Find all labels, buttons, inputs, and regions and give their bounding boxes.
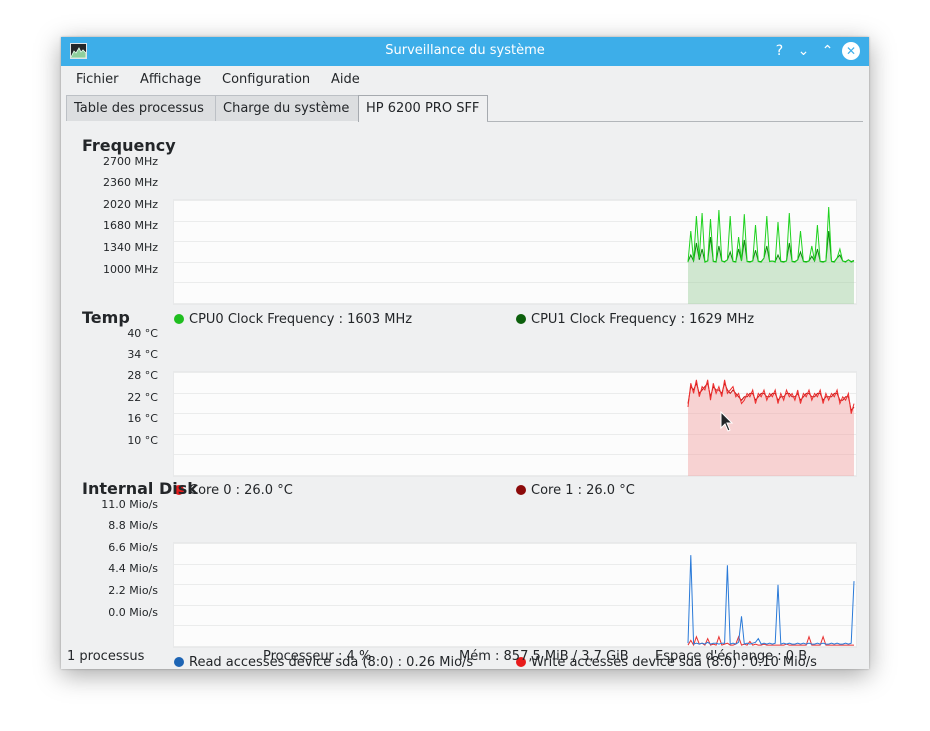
core0-legend-label: Core 0 : 26.0 °C — [189, 483, 293, 498]
disk-y-label: 6.6 Mio/s — [108, 541, 158, 554]
temp-y-label: 10 °C — [127, 434, 158, 447]
temp-y-label: 16 °C — [127, 412, 158, 425]
temp-y-label: 28 °C — [127, 369, 158, 382]
frequency-plot-svg — [174, 200, 856, 304]
frequency-y-label: 2700 MHz — [102, 155, 158, 168]
disk-y-label: 0.0 Mio/s — [108, 606, 158, 619]
disk-y-label: 4.4 Mio/s — [108, 562, 158, 575]
frequency-plot — [173, 199, 857, 305]
window-title: Surveillance du système — [385, 43, 545, 58]
status-processes: 1 processus — [67, 649, 145, 664]
frequency-legend-cpu0: CPU0 Clock Frequency : 1603 MHz — [174, 312, 412, 327]
menu-fichier[interactable]: Fichier — [76, 72, 119, 87]
tab-system-load[interactable]: Charge du système — [215, 95, 359, 121]
temp-plot — [173, 371, 857, 477]
menu-affichage[interactable]: Affichage — [140, 72, 201, 87]
help-button[interactable]: ? — [770, 42, 789, 61]
frequency-y-label: 1680 MHz — [102, 219, 158, 232]
temp-plot-svg — [174, 372, 856, 476]
disk-y-label: 8.8 Mio/s — [108, 519, 158, 532]
minimize-button[interactable]: ⌄ — [794, 42, 813, 61]
read-series-line — [687, 555, 855, 645]
title-bar[interactable]: Surveillance du système ? ⌄ ⌃ ✕ — [61, 37, 869, 66]
frequency-y-label: 1000 MHz — [102, 263, 158, 276]
disk-y-label: 2.2 Mio/s — [108, 584, 158, 597]
menu-bar: Fichier Affichage Configuration Aide — [61, 66, 869, 92]
sensor-panel: Frequency 2700 MHz 2360 MHz 2020 MHz 168… — [66, 122, 863, 670]
disk-title: Internal Disk — [82, 479, 198, 498]
menu-aide[interactable]: Aide — [331, 72, 360, 87]
cpu1-legend-label: CPU1 Clock Frequency : 1629 MHz — [531, 312, 755, 327]
tab-process-table[interactable]: Table des processus — [66, 95, 216, 121]
status-cpu: Processeur : 4 % — [263, 649, 372, 664]
cpu0-legend-label: CPU0 Clock Frequency : 1603 MHz — [189, 312, 413, 327]
frequency-title: Frequency — [82, 136, 176, 155]
status-bar: 1 processus Processeur : 4 % Mém : 857,5… — [61, 647, 869, 669]
frequency-y-label: 2360 MHz — [102, 176, 158, 189]
core1-legend-dot — [516, 485, 526, 495]
disk-plot-svg — [174, 543, 856, 647]
temp-legend-core1: Core 1 : 26.0 °C — [516, 483, 635, 498]
maximize-button[interactable]: ⌃ — [818, 42, 837, 61]
frequency-y-label: 2020 MHz — [102, 198, 158, 211]
status-swap: Espace d'échange : 0 B — [655, 649, 808, 664]
frequency-y-label: 1340 MHz — [102, 241, 158, 254]
disk-y-label: 11.0 Mio/s — [101, 498, 158, 511]
cpu1-legend-dot — [516, 314, 526, 324]
menu-configuration[interactable]: Configuration — [222, 72, 310, 87]
temp-y-label: 40 °C — [127, 327, 158, 340]
system-monitor-window: Surveillance du système ? ⌄ ⌃ ✕ Fichier … — [61, 37, 869, 670]
close-button[interactable]: ✕ — [842, 42, 860, 60]
tab-hp-6200-pro-sff[interactable]: HP 6200 PRO SFF — [358, 95, 488, 122]
cpu0-legend-dot — [174, 314, 184, 324]
frequency-legend-cpu1: CPU1 Clock Frequency : 1629 MHz — [516, 312, 754, 327]
status-memory: Mém : 857,5 MiB / 3,7 GiB — [459, 649, 629, 664]
core1-legend-label: Core 1 : 26.0 °C — [531, 483, 635, 498]
temp-y-label: 22 °C — [127, 391, 158, 404]
disk-plot — [173, 542, 857, 648]
temp-title: Temp — [82, 308, 130, 327]
temp-y-label: 34 °C — [127, 348, 158, 361]
mouse-cursor-icon — [720, 410, 734, 437]
